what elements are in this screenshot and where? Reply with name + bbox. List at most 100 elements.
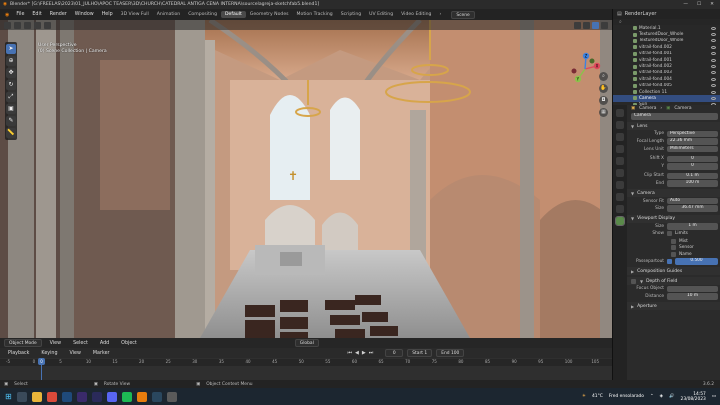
file-explorer-icon[interactable] <box>31 391 42 402</box>
view-layer-name[interactable]: RenderLayer <box>625 11 657 17</box>
transform-tool-icon[interactable]: ▣ <box>6 104 16 114</box>
tab-3d-view-full[interactable]: 3D View Full <box>117 11 153 18</box>
clip-start-field[interactable]: 0.1 m <box>667 172 718 180</box>
clip-end-field[interactable]: 100 m <box>667 180 718 187</box>
shading-material-icon[interactable] <box>601 21 608 29</box>
pan-hand-icon[interactable]: ✋ <box>599 84 608 93</box>
menu-select[interactable]: Select <box>69 341 92 346</box>
menu-timeline-view[interactable]: View <box>66 351 85 356</box>
view-layer-tab-icon[interactable] <box>616 145 624 153</box>
spotify-icon[interactable] <box>121 391 132 402</box>
tray-chevron-icon[interactable]: ⌃ <box>650 394 654 399</box>
visibility-eye-icon[interactable] <box>711 39 716 43</box>
object-mode-dropdown[interactable]: Object Mode <box>4 339 42 347</box>
visibility-eye-icon[interactable] <box>711 96 716 100</box>
focus-object-field[interactable] <box>667 285 718 293</box>
lens-unit-dropdown[interactable]: Millimeters <box>667 145 718 153</box>
start-frame-field[interactable]: Start 1 <box>407 349 433 357</box>
volume-icon[interactable]: 🔊 <box>669 394 674 399</box>
jump-end-icon[interactable]: ⏭ <box>369 350 374 356</box>
aperture-section-header[interactable]: ▶ Aperture <box>627 302 720 311</box>
camera-type-dropdown[interactable]: Perspective <box>667 130 718 138</box>
tab-motion-tracking[interactable]: Motion Tracking <box>293 11 337 18</box>
focal-length-field[interactable]: 22.36 mm <box>667 138 718 145</box>
camera-datablock-field[interactable]: Camera <box>631 113 718 120</box>
weather-temp[interactable]: 41°C <box>592 394 603 399</box>
composition-guides-section-header[interactable]: ▶ Composition Guides <box>627 267 720 276</box>
select-mode-icon[interactable] <box>14 21 21 29</box>
shading-solid-icon[interactable] <box>592 21 599 29</box>
sensor-checkbox[interactable] <box>671 245 676 251</box>
rotate-tool-icon[interactable]: ↻ <box>6 80 16 90</box>
menu-marker[interactable]: Marker <box>89 351 114 356</box>
current-frame-field[interactable]: 0 <box>385 349 404 357</box>
play-reverse-icon[interactable]: ◀ <box>355 350 359 356</box>
navigation-gizmo[interactable]: X Y Z <box>568 52 602 86</box>
visibility-eye-icon[interactable] <box>711 58 716 62</box>
passepartout-field[interactable]: 0.500 <box>675 258 718 265</box>
name-checkbox[interactable] <box>671 251 676 257</box>
annotate-tool-icon[interactable]: ✎ <box>6 116 16 126</box>
timeline-area[interactable]: -5 0 5 10 15 20 25 30 35 40 45 50 55 60 65 70 75 80 85 90 95… <box>0 358 612 380</box>
tab-video-editing[interactable]: Video Editing <box>397 11 435 18</box>
tab-scripting[interactable]: Scripting <box>337 11 365 18</box>
camera-data-tab-icon[interactable] <box>615 216 625 226</box>
jump-start-icon[interactable]: ⏮ <box>348 350 353 356</box>
xray-icon[interactable] <box>583 21 590 29</box>
visibility-eye-icon[interactable] <box>711 26 716 30</box>
perspective-toggle-icon[interactable]: ▦ <box>599 108 608 117</box>
render-tab-icon[interactable] <box>616 121 624 129</box>
menu-help[interactable]: Help <box>98 12 117 17</box>
visibility-eye-icon[interactable] <box>711 33 716 37</box>
minimize-button[interactable]: — <box>683 2 688 7</box>
blender-taskbar-icon[interactable] <box>136 391 147 402</box>
menu-playback[interactable]: Playback <box>4 351 33 356</box>
zoom-icon[interactable]: ⌕ <box>599 72 608 81</box>
menu-window[interactable]: Window <box>71 12 98 17</box>
tool-tab-icon[interactable] <box>616 109 624 117</box>
visibility-eye-icon[interactable] <box>711 84 716 88</box>
steam-icon[interactable] <box>151 391 162 402</box>
windows-start-icon[interactable]: ⊞ <box>5 392 12 401</box>
shift-x-field[interactable]: 0 <box>667 155 718 163</box>
constraints-tab-icon[interactable] <box>616 205 624 213</box>
menu-render[interactable]: Render <box>46 12 71 17</box>
visibility-eye-icon[interactable] <box>711 90 716 94</box>
limits-checkbox[interactable] <box>667 231 672 237</box>
tab-geometry-nodes[interactable]: Geometry Nodes <box>246 11 293 18</box>
outliner-search-icon[interactable]: ⌕ <box>619 19 622 25</box>
camera-view-icon[interactable]: ◘ <box>599 96 608 105</box>
viewport-display-section-header[interactable]: ▼ Viewport Display <box>627 214 720 223</box>
menu-add[interactable]: Add <box>96 341 113 346</box>
notifications-icon[interactable]: ▭ <box>712 394 716 399</box>
playhead[interactable]: 0 <box>38 358 45 365</box>
scene-tab-icon[interactable] <box>616 157 624 165</box>
dof-checkbox[interactable] <box>631 278 636 284</box>
maximize-button[interactable]: ☐ <box>697 2 701 7</box>
display-size-field[interactable]: 1 m <box>667 223 718 230</box>
select-tool-icon[interactable]: ➤ <box>6 44 16 54</box>
transform-pivot-icon[interactable] <box>24 21 31 29</box>
scale-tool-icon[interactable]: ⤢ <box>6 92 16 102</box>
premiere-icon[interactable] <box>76 391 87 402</box>
close-button[interactable]: ✕ <box>710 2 714 7</box>
sensor-size-field[interactable]: 36.47 mm <box>667 205 718 212</box>
tabs-chevron-icon[interactable]: › <box>435 11 445 18</box>
shift-y-field[interactable]: 0 <box>667 163 718 170</box>
sensor-fit-dropdown[interactable]: Auto <box>667 197 718 205</box>
clock[interactable]: 14:57 23/08/2023 <box>681 392 706 402</box>
menu-keying[interactable]: Keying <box>37 351 61 356</box>
search-app-icon[interactable] <box>16 391 27 402</box>
3d-viewport[interactable]: ✝ ➤ ⊕ ✥ ↻ ⤢ ▣ ✎ 📏 User Perspective (0) S… <box>0 20 612 338</box>
physics-tab-icon[interactable] <box>616 193 624 201</box>
scene-selector[interactable]: Scene <box>451 10 475 19</box>
move-tool-icon[interactable]: ✥ <box>6 68 16 78</box>
blender-menu-icon[interactable]: ◉ <box>2 12 12 18</box>
visibility-eye-icon[interactable] <box>711 65 716 69</box>
tab-compositing[interactable]: Compositing <box>184 11 221 18</box>
visibility-eye-icon[interactable] <box>711 45 716 49</box>
end-frame-field[interactable]: End 100 <box>436 349 465 357</box>
visibility-eye-icon[interactable] <box>711 77 716 81</box>
distance-field[interactable]: 10 m <box>667 293 718 300</box>
davinci-icon[interactable] <box>166 391 177 402</box>
